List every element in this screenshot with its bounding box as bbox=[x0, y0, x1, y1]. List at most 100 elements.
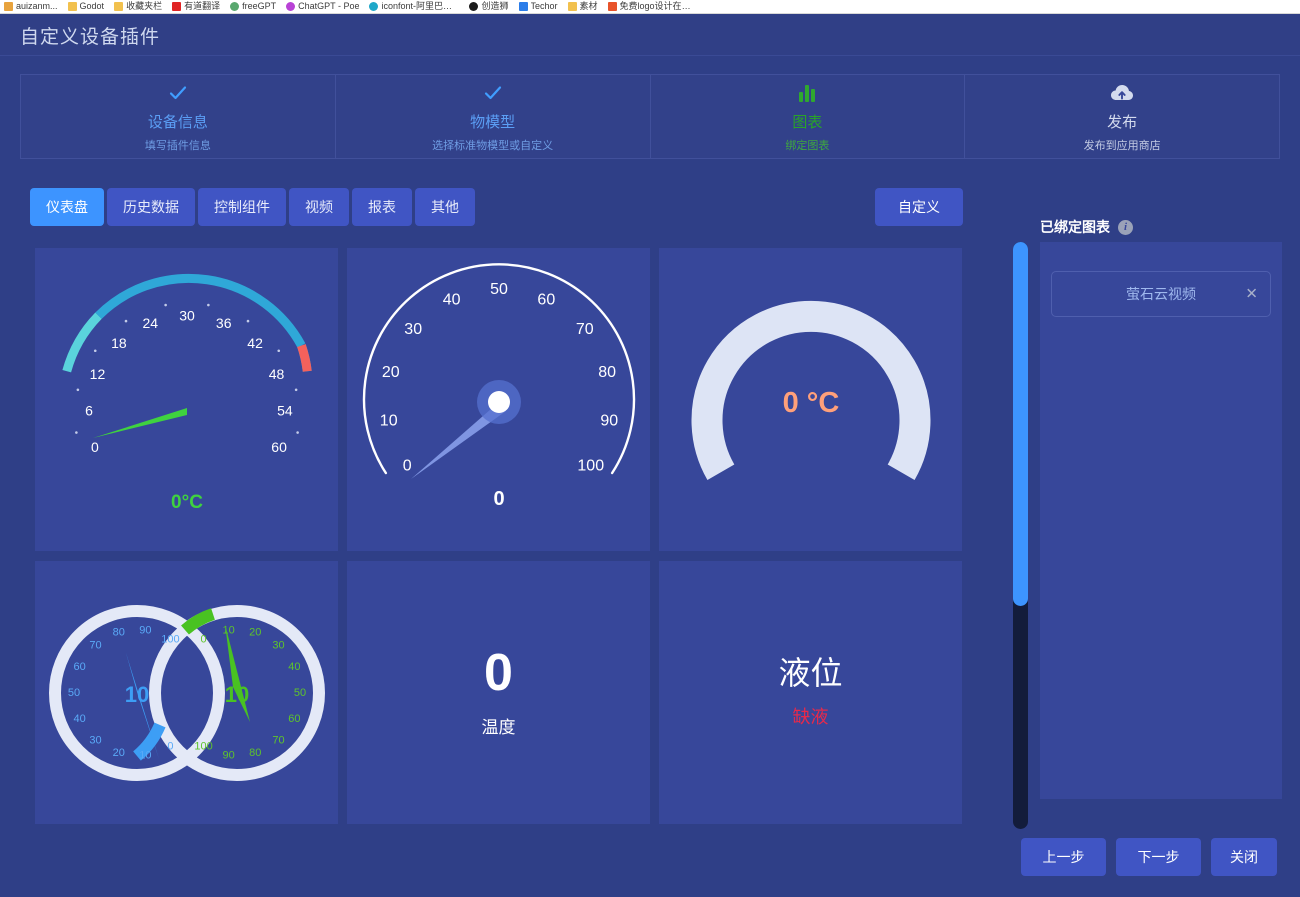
gauge-temperature-60: 0 6 12 18 24 30 36 42 48 54 60 0°C bbox=[35, 248, 338, 551]
gauge-tick-label: 42 bbox=[247, 335, 263, 351]
gauge-minor-tick bbox=[163, 303, 167, 306]
gauge-tick-label: 80 bbox=[598, 364, 616, 381]
bookmark-label: 有道翻译 bbox=[184, 1, 221, 11]
custom-button[interactable]: 自定义 bbox=[875, 188, 963, 226]
gauge-tick-label: 36 bbox=[215, 314, 231, 330]
bookmark-item[interactable]: ChatGPT - Poe bbox=[286, 1, 359, 12]
step-title: 图表 bbox=[792, 114, 823, 131]
digit-value: 0 bbox=[484, 644, 513, 702]
tab-control-components[interactable]: 控制组件 bbox=[198, 188, 286, 226]
folder-icon bbox=[114, 2, 124, 11]
gauge-value-label: 0°C bbox=[171, 492, 203, 513]
step-charts[interactable]: 图表 绑定图表 bbox=[651, 75, 966, 158]
gauge-tick-label: 10 bbox=[379, 412, 397, 429]
folder-icon bbox=[67, 2, 77, 11]
bookmark-item[interactable]: auizanm... bbox=[4, 1, 58, 12]
gauge-dual-100: 0 10 20 30 40 50 60 70 80 90 100 0 10 20 30 40 50 60 70 80… bbox=[35, 561, 338, 824]
gauge-tick-label: 0 bbox=[200, 633, 206, 645]
gauge-tick-label: 24 bbox=[142, 314, 158, 330]
bookmark-item[interactable]: 免费logo设计在线... bbox=[607, 1, 698, 12]
gauge-left-value-label: 10 bbox=[124, 682, 148, 707]
step-thing-model[interactable]: 物模型 选择标准物模型或自定义 bbox=[336, 75, 651, 158]
bookmark-label: 创造狮 bbox=[481, 1, 509, 11]
bound-charts-header: 已绑定图表 i bbox=[1040, 217, 1133, 237]
gauge-value-label: 0 °C bbox=[782, 387, 839, 419]
step-title: 发布 bbox=[1107, 114, 1138, 131]
gauge-tick-label: 10 bbox=[222, 624, 234, 636]
app-header: 自定义设备插件 bbox=[0, 14, 1300, 56]
tab-history-data[interactable]: 历史数据 bbox=[107, 188, 195, 226]
bookmark-label: auizanm... bbox=[16, 1, 58, 11]
page-title: 自定义设备插件 bbox=[20, 27, 161, 48]
gauge-value-label: 0 bbox=[493, 488, 504, 510]
bound-chart-item[interactable]: 萤石云视频 ✕ bbox=[1051, 271, 1271, 317]
step-subtitle: 选择标准物模型或自定义 bbox=[432, 140, 554, 152]
tab-video[interactable]: 视频 bbox=[289, 188, 349, 226]
step-device-info[interactable]: 设备信息 填写插件信息 bbox=[21, 75, 336, 158]
gauge-tick-label: 6 bbox=[85, 402, 93, 418]
bookmark-item[interactable]: Godot bbox=[67, 1, 104, 12]
bookmark-label: 免费logo设计在线... bbox=[619, 1, 698, 11]
tab-other[interactable]: 其他 bbox=[415, 188, 475, 226]
gauge-tick-label: 12 bbox=[89, 365, 105, 381]
folder-icon bbox=[567, 2, 577, 11]
gauge-percent-100-thin: 0 10 20 30 40 50 60 70 80 90 100 0 bbox=[347, 248, 650, 551]
bookmark-label: ChatGPT - Poe bbox=[298, 1, 360, 11]
step-title: 设备信息 bbox=[147, 114, 208, 131]
close-button[interactable]: 关闭 bbox=[1211, 838, 1277, 876]
gauge-tick-label: 40 bbox=[73, 712, 85, 724]
gauge-tick-label: 18 bbox=[111, 335, 127, 351]
chuangzaoshi-icon bbox=[469, 2, 479, 11]
logo-design-icon bbox=[607, 2, 617, 11]
bookmark-label: freeGPT bbox=[242, 1, 277, 11]
gauge-tick-label: 48 bbox=[268, 365, 284, 381]
tab-dashboard[interactable]: 仪表盘 bbox=[30, 188, 104, 226]
status-liquid-level: 液位 缺液 bbox=[659, 561, 962, 824]
gauge-tick-label: 30 bbox=[404, 321, 422, 338]
chart-card-status-liquid-level[interactable]: 液位 缺液 bbox=[659, 561, 962, 824]
chart-category-tabs: 仪表盘 历史数据 控制组件 视频 报表 其他 bbox=[30, 188, 475, 226]
bookmark-label: 收藏夹栏 bbox=[126, 1, 163, 11]
gauge-tick-label: 40 bbox=[442, 291, 460, 308]
gauge-tick-label: 100 bbox=[577, 457, 604, 474]
gauge-tick-label: 0 bbox=[402, 457, 411, 474]
gauge-tick-label: 20 bbox=[249, 626, 261, 638]
gauge-tick-label: 50 bbox=[490, 281, 508, 298]
bookmark-item[interactable]: 素材 bbox=[567, 1, 598, 12]
bookmark-item[interactable]: 收藏夹栏 bbox=[114, 1, 162, 12]
gauge-tick-label: 80 bbox=[249, 747, 261, 759]
panel-scrollbar-track[interactable] bbox=[1013, 242, 1028, 829]
gauge-tick-label: 90 bbox=[139, 624, 151, 636]
gauge-tick-label: 70 bbox=[575, 321, 593, 338]
gauge-tick-label: 0 bbox=[91, 439, 99, 455]
info-icon[interactable]: i bbox=[1118, 219, 1133, 235]
chart-card-gauge-temperature-ring[interactable]: 0 °C bbox=[659, 248, 962, 551]
panel-scrollbar-thumb[interactable] bbox=[1013, 242, 1028, 606]
bookmark-item[interactable]: 创造狮 bbox=[469, 1, 509, 12]
next-step-button[interactable]: 下一步 bbox=[1116, 838, 1201, 876]
step-publish[interactable]: 发布 发布到应用商店 bbox=[965, 75, 1279, 158]
tab-report[interactable]: 报表 bbox=[352, 188, 412, 226]
gauge-tick-label: 30 bbox=[179, 307, 195, 323]
bookmark-item[interactable]: 有道翻译 bbox=[172, 1, 220, 12]
gauge-tick-label: 60 bbox=[288, 712, 300, 724]
chart-card-gauge-temperature-60[interactable]: 0 6 12 18 24 30 36 42 48 54 60 0°C bbox=[35, 248, 338, 551]
bookmark-item[interactable]: iconfont-阿里巴巴... bbox=[369, 1, 459, 12]
app-root: 自定义设备插件 设备信息 填写插件信息 物模型 选择标准物模型或自定义 图表 绑… bbox=[0, 14, 1300, 897]
gauge-minor-tick bbox=[124, 319, 127, 322]
close-icon[interactable]: ✕ bbox=[1245, 287, 1258, 302]
bookmark-item[interactable]: Techor bbox=[518, 1, 558, 12]
gauge-minor-tick bbox=[246, 319, 249, 322]
bookmark-label: iconfont-阿里巴巴... bbox=[381, 1, 460, 11]
digit-label: 温度 bbox=[481, 718, 516, 737]
chart-card-digit-temperature[interactable]: 0 温度 bbox=[347, 561, 650, 824]
gauge-minor-tick bbox=[76, 388, 79, 391]
gauge-minor-tick bbox=[206, 303, 210, 306]
bookmark-item[interactable]: freeGPT bbox=[230, 1, 276, 12]
gauge-tick-label: 50 bbox=[293, 686, 305, 698]
status-title: 液位 bbox=[778, 654, 843, 691]
gauge-tick-label: 0 bbox=[167, 740, 173, 752]
chart-card-gauge-percent-100[interactable]: 0 10 20 30 40 50 60 70 80 90 100 0 bbox=[347, 248, 650, 551]
chart-card-gauge-dual-100[interactable]: 0 10 20 30 40 50 60 70 80 90 100 0 10 20 30 40 50 60 70 80… bbox=[35, 561, 338, 824]
prev-step-button[interactable]: 上一步 bbox=[1021, 838, 1106, 876]
